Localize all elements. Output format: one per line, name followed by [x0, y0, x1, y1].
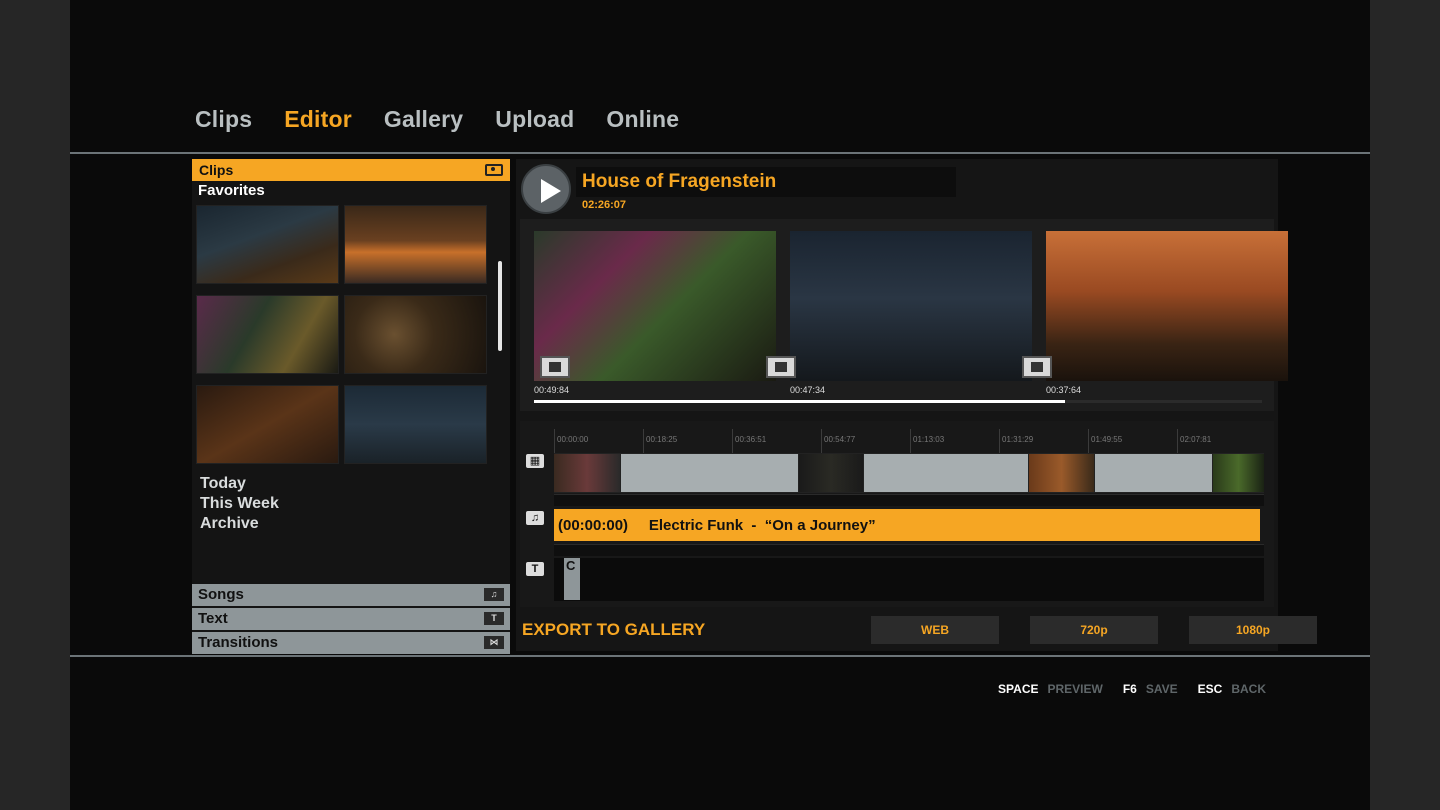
library-tab-label: Songs [198, 586, 244, 603]
date-filter-today[interactable]: Today [200, 474, 279, 494]
export-720p-button[interactable]: 720p [1030, 616, 1158, 644]
clip-thumbnail[interactable] [344, 295, 487, 374]
timeline-ruler: 00:00:00 00:18:25 00:36:51 00:54:77 01:1… [554, 429, 1264, 453]
project-title[interactable]: House of Fragenstein [582, 171, 776, 193]
film-strip-icon: ▦ [526, 454, 544, 468]
control-hints: SPACE PREVIEW F6 SAVE ESC BACK [998, 682, 1266, 696]
hint-action-back[interactable]: BACK [1231, 682, 1266, 696]
transition-marker-icon[interactable] [766, 356, 796, 378]
transition-marker-icon[interactable] [1022, 356, 1052, 378]
ruler-tick: 00:18:25 [643, 429, 677, 453]
hint-action-save[interactable]: SAVE [1146, 682, 1178, 696]
ruler-tick: 01:31:29 [999, 429, 1033, 453]
tab-online[interactable]: Online [606, 106, 679, 133]
ruler-tick: 00:36:51 [732, 429, 766, 453]
library-tab-text[interactable]: Text T [192, 608, 510, 630]
ruler-tick: 00:54:77 [821, 429, 855, 453]
export-1080p-button[interactable]: 1080p [1189, 616, 1317, 644]
library-tab-transitions[interactable]: Transitions ⋈ [192, 632, 510, 654]
date-filter-list: Today This Week Archive [200, 474, 279, 534]
clip-thumbnail[interactable] [344, 205, 487, 284]
hint-action-preview[interactable]: PREVIEW [1047, 682, 1102, 696]
editor-screen: Clips Editor Gallery Upload Online Clips… [70, 0, 1370, 810]
hint-key-esc: ESC [1197, 682, 1223, 696]
library-tab-songs[interactable]: Songs ♫ [192, 584, 510, 606]
bowtie-icon: ⋈ [484, 636, 504, 649]
preview-time: 00:49:84 [534, 385, 570, 395]
music-note-icon: ♫ [526, 511, 544, 525]
track-separator [554, 494, 1264, 506]
library-category-tabs: Songs ♫ Text T Transitions ⋈ [192, 584, 510, 656]
clip-thumbnail[interactable] [196, 385, 339, 464]
favorites-label[interactable]: Favorites [198, 182, 265, 199]
text-t-icon: T [526, 562, 544, 576]
top-nav: Clips Editor Gallery Upload Online [195, 106, 711, 133]
play-button[interactable] [521, 164, 571, 214]
clip-thumbnail[interactable] [344, 385, 487, 464]
camera-icon [485, 164, 503, 176]
top-divider [70, 152, 1370, 154]
video-track [554, 453, 1264, 493]
transition-segment[interactable] [621, 454, 798, 492]
tab-upload[interactable]: Upload [495, 106, 574, 133]
tab-clips[interactable]: Clips [195, 106, 252, 133]
clip-library-panel: Clips Favorites Today This Week Archive … [192, 159, 510, 654]
letterbox-left [0, 0, 70, 810]
date-filter-this-week[interactable]: This Week [200, 494, 279, 514]
export-web-button[interactable]: WEB [871, 616, 999, 644]
ruler-tick: 02:07:81 [1177, 429, 1211, 453]
audio-track-clip[interactable]: (00:00:00) Electric Funk - “On a Journey… [554, 509, 1260, 541]
ruler-tick: 01:13:03 [910, 429, 944, 453]
video-clip-segment[interactable] [1213, 454, 1264, 492]
text-clip[interactable]: C [564, 558, 580, 600]
timeline: 00:00:00 00:18:25 00:36:51 00:54:77 01:1… [520, 421, 1274, 607]
preview-scrubber-fill [534, 400, 1066, 403]
export-label: EXPORT TO GALLERY [522, 620, 706, 639]
ruler-tick: 00:00:00 [554, 429, 588, 453]
library-tab-label: Text [198, 610, 228, 627]
preview-frame[interactable] [1046, 231, 1288, 381]
track-separator [554, 544, 1264, 556]
project-duration: 02:26:07 [582, 199, 627, 211]
clip-thumbnail[interactable] [196, 205, 339, 284]
video-clip-segment[interactable] [1029, 454, 1094, 492]
thumbnail-scrollbar[interactable] [498, 261, 502, 351]
preview-scrubber[interactable] [534, 400, 1262, 403]
editor-panel: House of Fragenstein 02:26:07 00:49:84 0… [516, 159, 1317, 651]
library-header-clips[interactable]: Clips [192, 159, 510, 181]
preview-frame[interactable] [790, 231, 1032, 381]
project-title-bar: House of Fragenstein [576, 167, 956, 197]
preview-time: 00:37:64 [1046, 385, 1082, 395]
video-clip-segment[interactable] [799, 454, 863, 492]
video-clip-segment[interactable] [554, 454, 620, 492]
preview-strip: 00:49:84 00:47:34 00:37:64 [520, 219, 1288, 411]
tab-editor[interactable]: Editor [284, 106, 352, 133]
date-filter-archive[interactable]: Archive [200, 514, 279, 534]
library-tab-label: Transitions [198, 634, 279, 651]
tab-gallery[interactable]: Gallery [384, 106, 463, 133]
text-track: C [554, 558, 1264, 601]
transition-segment[interactable] [864, 454, 1028, 492]
music-note-icon: ♫ [484, 588, 504, 601]
ruler-tick: 01:49:55 [1088, 429, 1122, 453]
text-t-icon: T [484, 612, 504, 625]
preview-frame[interactable] [534, 231, 776, 381]
letterbox-right [1370, 0, 1440, 810]
clip-thumbnail[interactable] [196, 295, 339, 374]
transition-marker-icon[interactable] [540, 356, 570, 378]
hint-key-space: SPACE [998, 682, 1039, 696]
transition-segment[interactable] [1095, 454, 1212, 492]
hint-key-f6: F6 [1122, 682, 1137, 696]
library-header-label: Clips [199, 162, 234, 178]
preview-time: 00:47:34 [790, 385, 826, 395]
